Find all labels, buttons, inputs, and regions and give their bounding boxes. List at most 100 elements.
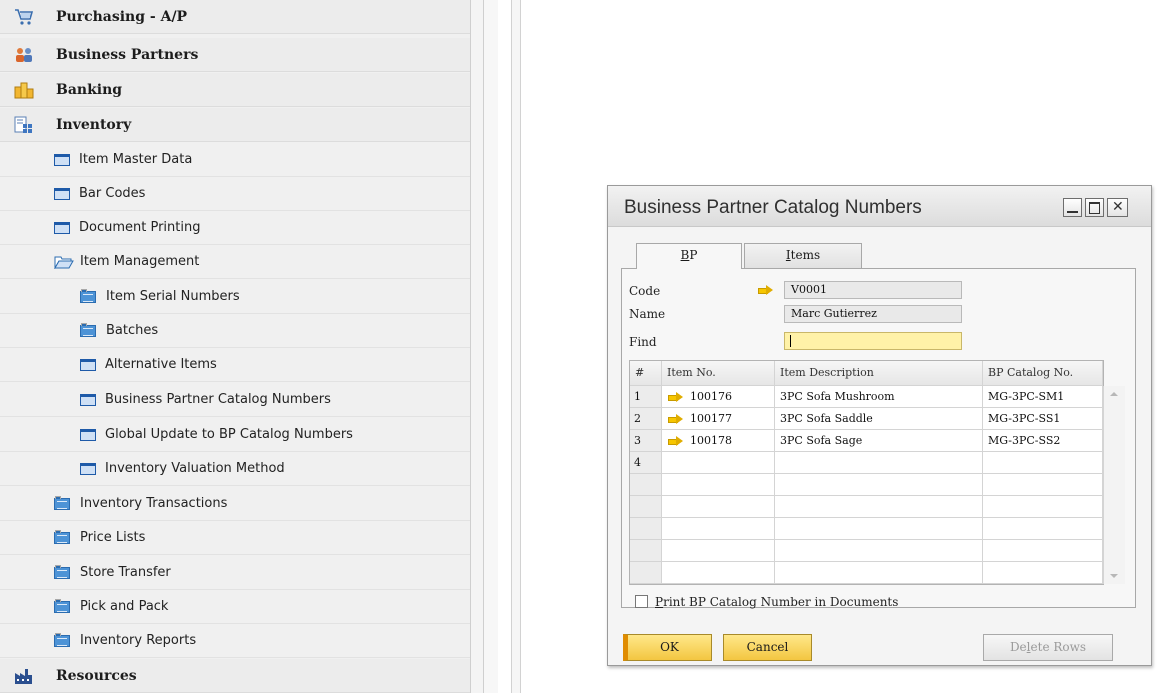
link-arrow-icon[interactable] [668,392,684,402]
row-number-cell[interactable]: 2 [630,408,662,430]
table-cell-description[interactable]: 3PC Sofa Mushroom [775,386,983,408]
menu-batches[interactable]: Batches [0,314,470,348]
table-cell-description[interactable] [775,452,983,474]
menu-store-transfer[interactable]: Store Transfer [0,556,470,590]
table-cell-item-no[interactable] [662,474,775,496]
open-folder-icon [54,255,74,270]
menu-purchasing[interactable]: Purchasing - A/P [0,0,470,34]
cell-text: MG-3PC-SS2 [988,434,1061,447]
folder-icon [80,288,98,304]
cell-text: 100177 [690,412,732,425]
table-cell-item-no[interactable] [662,540,775,562]
row-number-cell[interactable]: 4 [630,452,662,474]
menu-inventory-transactions[interactable]: Inventory Transactions [0,487,470,521]
code-field[interactable]: V0001 [784,281,962,299]
table-cell-description[interactable] [775,518,983,540]
table-cell-description[interactable]: 3PC Sofa Saddle [775,408,983,430]
column-header[interactable]: Item No. [662,361,775,386]
cancel-button[interactable]: Cancel [723,634,812,661]
table-cell-description[interactable] [775,540,983,562]
table-cell-bp-catalog[interactable] [983,496,1103,518]
menu-item-serial-numbers[interactable]: Item Serial Numbers [0,280,470,314]
scroll-down-icon[interactable] [1110,574,1118,578]
table-cell-item-no[interactable]: 100177 [662,408,775,430]
scroll-up-icon[interactable] [1110,392,1118,396]
table-cell-item-no[interactable] [662,496,775,518]
menu-inventory[interactable]: Inventory [0,108,470,142]
link-arrow-icon[interactable] [668,414,684,424]
table-cell-bp-catalog[interactable] [983,540,1103,562]
window-icon [80,428,96,441]
menu-price-lists[interactable]: Price Lists [0,521,470,555]
menu-item-master-data[interactable]: Item Master Data [0,143,470,177]
menu-inventory-reports[interactable]: Inventory Reports [0,624,470,658]
print-catalog-label: Print BP Catalog Number in Documents [655,595,898,609]
btn-text: De [1009,640,1027,654]
table-cell-item-no[interactable] [662,518,775,540]
table-cell-description[interactable] [775,474,983,496]
table-cell-bp-catalog[interactable] [983,452,1103,474]
minimize-button[interactable] [1063,198,1082,217]
table-cell-item-no[interactable]: 100176 [662,386,775,408]
menu-label: Item Master Data [79,152,193,167]
menu-label: Batches [106,323,159,338]
name-field[interactable]: Marc Gutierrez [784,305,962,323]
find-input[interactable] [784,332,962,350]
link-arrow-icon[interactable] [668,436,684,446]
cell-text: 3PC Sofa Saddle [780,412,873,425]
menu-global-update-bp-catalog[interactable]: Global Update to BP Catalog Numbers [0,418,470,452]
menu-inventory-valuation-method[interactable]: Inventory Valuation Method [0,452,470,486]
menu-item-management[interactable]: Item Management [0,245,470,279]
table-cell-bp-catalog[interactable] [983,562,1103,584]
table-cell-item-no[interactable] [662,452,775,474]
window-titlebar[interactable]: Business Partner Catalog Numbers ✕ [608,186,1151,227]
table-cell-item-no[interactable] [662,562,775,584]
table-cell-bp-catalog[interactable]: MG-3PC-SS2 [983,430,1103,452]
row-number-cell[interactable]: 1 [630,386,662,408]
row-number-cell[interactable] [630,540,662,562]
table-cell-item-no[interactable]: 100178 [662,430,775,452]
delete-rows-button[interactable]: Delete Rows [983,634,1113,661]
pane-splitter[interactable] [484,0,498,693]
catalog-matrix[interactable]: # Item No. Item Description BP Catalog N… [629,360,1125,585]
menu-bar-codes[interactable]: Bar Codes [0,177,470,211]
print-catalog-checkbox[interactable] [635,595,648,608]
column-header[interactable]: Item Description [775,361,983,386]
text-caret [790,335,791,347]
ok-button[interactable]: OK [623,634,712,661]
close-button[interactable]: ✕ [1107,198,1128,217]
tab-bp[interactable]: BP [636,243,742,269]
table-cell-bp-catalog[interactable] [983,518,1103,540]
table-cell-description[interactable] [775,562,983,584]
table-cell-bp-catalog[interactable]: MG-3PC-SM1 [983,386,1103,408]
menu-banking[interactable]: Banking [0,73,470,107]
link-arrow-icon[interactable] [758,285,774,295]
menu-resources[interactable]: Resources [0,659,470,693]
menu-pick-and-pack[interactable]: Pick and Pack [0,590,470,624]
table-cell-bp-catalog[interactable] [983,474,1103,496]
menu-label: Inventory Reports [80,633,197,648]
tab-items[interactable]: Items [744,243,862,268]
maximize-button[interactable] [1085,198,1104,217]
close-icon: ✕ [1112,199,1124,215]
table-cell-description[interactable]: 3PC Sofa Sage [775,430,983,452]
row-number-cell[interactable] [630,496,662,518]
grid-scrollbar[interactable] [1103,386,1125,584]
code-label: Code [629,284,661,298]
column-header[interactable]: BP Catalog No. [983,361,1103,386]
menu-scrollbar[interactable] [470,0,484,693]
menu-label: Pick and Pack [80,599,169,614]
menu-document-printing[interactable]: Document Printing [0,211,470,245]
table-cell-description[interactable] [775,496,983,518]
menu-bp-catalog-numbers[interactable]: Business Partner Catalog Numbers [0,383,470,417]
row-number-cell[interactable]: 3 [630,430,662,452]
table-cell-bp-catalog[interactable]: MG-3PC-SS1 [983,408,1103,430]
menu-alternative-items[interactable]: Alternative Items [0,348,470,382]
row-number-cell[interactable] [630,562,662,584]
menu-business-partners[interactable]: Business Partners [0,38,470,72]
menu-label: Business Partners [56,46,199,63]
row-number-cell[interactable] [630,474,662,496]
row-number-cell[interactable] [630,518,662,540]
column-header[interactable]: # [630,361,662,386]
window-icon [54,153,70,166]
